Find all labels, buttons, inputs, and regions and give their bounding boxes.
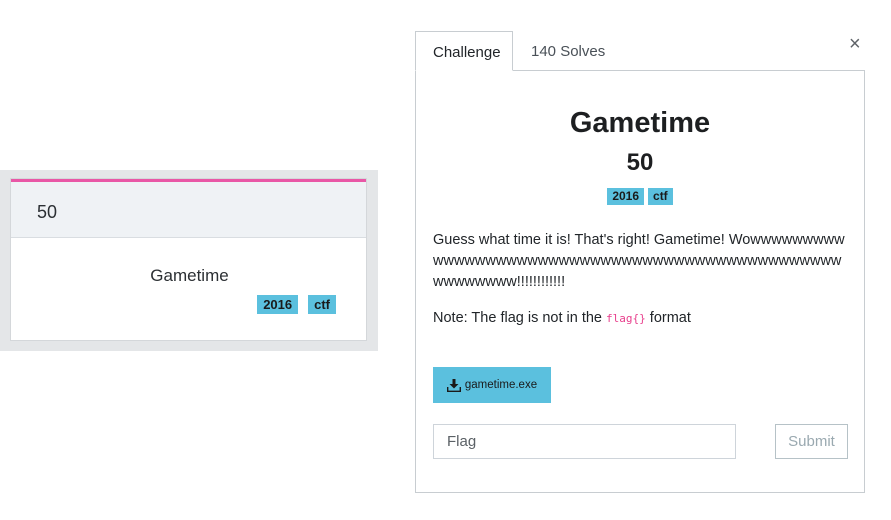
- note-prefix: Note: The flag is not in the: [433, 310, 607, 326]
- note-code: flag{}: [606, 312, 646, 325]
- download-icon: [446, 378, 461, 392]
- challenge-title: Gametime: [569, 107, 711, 139]
- download-file-button[interactable]: gametime.exe: [433, 367, 551, 403]
- submit-button[interactable]: Submit: [775, 424, 848, 459]
- card-title: Gametime: [150, 266, 229, 285]
- challenge-tags: 2016 ctf: [416, 188, 864, 205]
- challenge-value: 50: [626, 149, 654, 176]
- tab-challenge[interactable]: Challenge: [415, 31, 513, 71]
- card-tag-ctf: ctf: [308, 295, 336, 314]
- challenge-card[interactable]: 50 Gametime 2016 ctf: [10, 178, 367, 341]
- flag-input[interactable]: [433, 424, 736, 459]
- tag-ctf: ctf: [648, 188, 673, 205]
- card-tags: 2016 ctf: [247, 295, 336, 314]
- tab-solves[interactable]: 140 Solves: [531, 43, 605, 60]
- card-tag-year: 2016: [257, 295, 299, 314]
- challenge-description: Guess what time it is! That's right! Gam…: [433, 232, 845, 290]
- modal-body: Gametime 50 2016 ctf Guess what time it i…: [415, 70, 865, 493]
- challenge-note: Note: The flag is not in the flag{} form…: [433, 310, 691, 326]
- card-value: 50: [11, 182, 366, 238]
- challenge-card-container: 50 Gametime 2016 ctf: [0, 170, 378, 351]
- download-file-label: gametime.exe: [464, 379, 538, 391]
- close-icon[interactable]: ×: [849, 34, 861, 54]
- note-suffix: format: [645, 310, 691, 326]
- tag-year: 2016: [607, 188, 645, 205]
